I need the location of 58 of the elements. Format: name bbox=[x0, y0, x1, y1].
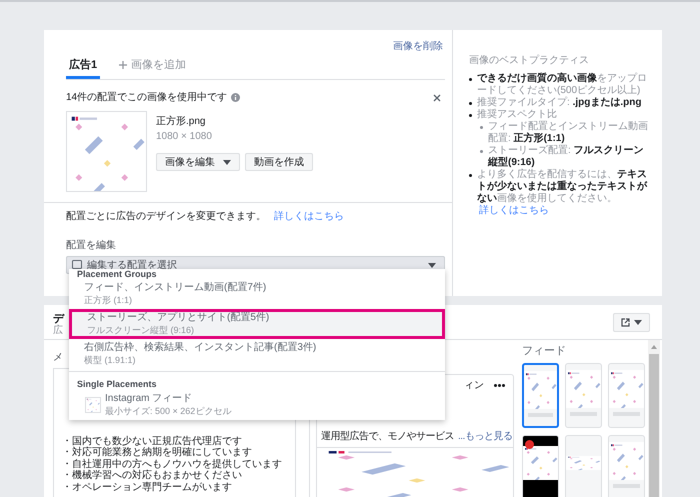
placement-group-option[interactable]: フィード、インストリーム動画(配置7件) 正方形 (1:1) bbox=[69, 279, 445, 309]
best-practice-item: できるだけ画質の高い画像をアップロードしてください(500ピクセル以上) bbox=[477, 73, 647, 96]
scroll-up-icon[interactable] bbox=[651, 345, 657, 349]
ad-image-drawing bbox=[609, 442, 644, 480]
bullet-icon bbox=[480, 126, 483, 129]
external-link-icon bbox=[621, 318, 630, 327]
placement-group-option[interactable]: 右側広告枠、検索結果、インスタント記事(配置3件) 横型 (1.91:1) bbox=[69, 339, 445, 369]
ad-image-drawing bbox=[566, 370, 601, 408]
caret-icon bbox=[223, 160, 231, 164]
best-practice-item: より多く広告を配信するには、テキストが少ないまたは重なったテキストがない画像を使用してください。 bbox=[477, 169, 647, 204]
tab[interactable]: 広告1 bbox=[66, 54, 100, 79]
caret-icon bbox=[634, 320, 642, 325]
feed-label: フィード bbox=[522, 344, 567, 359]
ad-image-drawing bbox=[609, 370, 644, 408]
share-menu-button[interactable] bbox=[613, 313, 650, 332]
bullet-icon bbox=[469, 78, 472, 81]
bullet-icon bbox=[469, 114, 472, 117]
tab[interactable]: 画像を追加 bbox=[116, 54, 190, 79]
placement-group-option[interactable]: ストーリーズ、アプリとサイト(配置5件) フルスクリーン縦型 (9:16) bbox=[69, 309, 445, 339]
learn-more-link[interactable]: 詳しくはこちら bbox=[274, 209, 344, 224]
best-practice-item: フィード配置とインストリーム動画配置: 正方形(1:1) bbox=[488, 121, 649, 144]
primary-text-line: ・対応可能業務と納期を明確にしています bbox=[62, 447, 253, 458]
more-options-icon[interactable] bbox=[494, 384, 505, 387]
usage-notice: 14件の配置でこの画像を使用中です bbox=[66, 90, 228, 105]
close-icon[interactable] bbox=[433, 94, 441, 102]
group-header: Single Placements bbox=[76, 378, 158, 390]
best-practice-item: 推奨ファイルタイプ: .jpgまたは.png bbox=[477, 97, 642, 108]
primary-text-line: ・自社運用中の方へもノウハウを提供しています bbox=[62, 458, 283, 470]
section-subtitle: 広 bbox=[53, 325, 64, 337]
bullet-icon bbox=[469, 102, 472, 105]
post-body-text: 運用型広告で、モノやサービス bbox=[321, 430, 454, 444]
learn-more-link[interactable]: 詳しくはこちら bbox=[479, 205, 549, 216]
ad-image-drawing bbox=[524, 370, 557, 408]
best-practices-title: 画像のベストプラクティス bbox=[469, 55, 590, 67]
image-action-button[interactable]: 画像を編集 bbox=[156, 153, 240, 171]
info-icon[interactable] bbox=[231, 93, 240, 102]
bullet-icon bbox=[480, 150, 483, 153]
bullet-icon bbox=[469, 174, 472, 177]
see-more-link[interactable]: ...もっと見る bbox=[458, 429, 512, 444]
primary-text-line: ・オペレーション専門チームがいます bbox=[62, 482, 233, 493]
primary-text-line: ・国内でも数少ない正規広告代理店です bbox=[62, 436, 243, 446]
best-practice-item: ストーリーズ配置: フルスクリーン縦型(9:16) bbox=[488, 145, 645, 168]
primary-text-line: ・機械学習への対応もおまかせください bbox=[62, 470, 243, 482]
image-action-button[interactable]: 動画を作成 bbox=[245, 153, 313, 171]
file-name: 正方形.png bbox=[156, 114, 206, 129]
plus-icon bbox=[119, 61, 128, 69]
image-dimensions: 1080 × 1080 bbox=[156, 130, 213, 144]
text-label: メ bbox=[53, 351, 63, 365]
ad-image-drawing bbox=[523, 446, 558, 480]
remove-image-link[interactable]: 画像を削除 bbox=[393, 39, 443, 54]
best-practice-item: 推奨アスペクト比 bbox=[477, 109, 557, 120]
section-title: デ bbox=[53, 313, 64, 325]
edit-placement-label: 配置を編集 bbox=[66, 238, 117, 253]
ad-image-drawing bbox=[566, 456, 601, 470]
scrollbar[interactable] bbox=[648, 340, 660, 497]
placement-preview-thumbnail[interactable] bbox=[522, 362, 559, 428]
post-title-fragment: ィン bbox=[464, 379, 484, 393]
design-note: 配置ごとに広告のデザインを変更できます。 bbox=[66, 210, 266, 224]
